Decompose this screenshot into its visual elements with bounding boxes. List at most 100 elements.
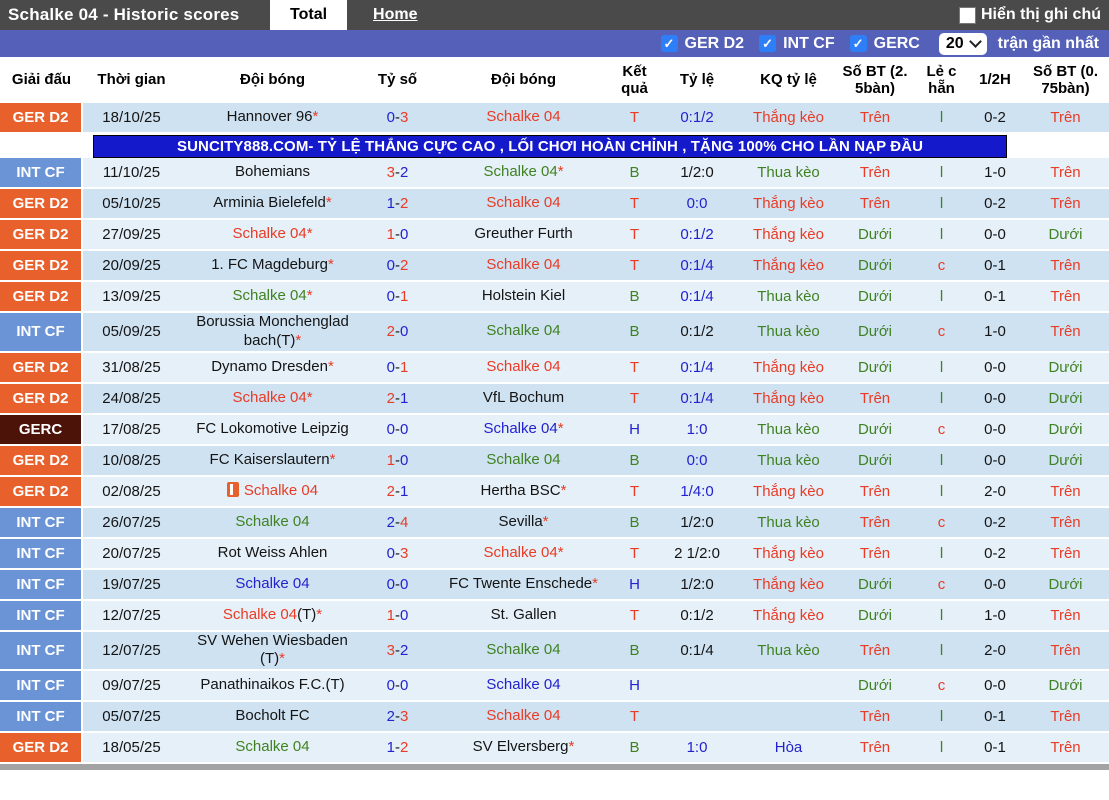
home-score: 0 (386, 358, 395, 376)
home-team: Schalke 04 (180, 738, 365, 757)
star-marker: * (279, 650, 285, 668)
tab-total[interactable]: Total (270, 0, 348, 30)
table-row: INT CF 05/07/25 Bocholt FC 2-3 Schalke 04 T Tr… (0, 702, 1109, 733)
table-row: GER D2 05/10/25 Arminia Bielefeld* 1-2 Schal… (0, 189, 1109, 220)
show-notes-label: Hiển thị ghi chú (981, 6, 1101, 23)
half-time-score: 0-1 (984, 708, 1006, 725)
half-time-score: 0-1 (984, 739, 1006, 756)
match-date: 13/09/25 (102, 288, 161, 305)
match-date: 20/07/25 (102, 544, 161, 562)
odd-even: l (939, 226, 944, 243)
result-letter: T (629, 606, 640, 624)
over-under-25: Trên (859, 708, 891, 725)
over-under-075: Dưới (1048, 389, 1083, 407)
handicap-odds: 0:0 (686, 451, 708, 469)
checkbox-int-cf[interactable]: ✓ (759, 35, 777, 52)
filter-label-int-cf: INT CF (783, 34, 835, 52)
over-under-075: Dưới (1048, 451, 1083, 469)
league-badge: INT CF (0, 538, 83, 568)
handicap-result: Hòa (774, 739, 803, 756)
league-badge: GER D2 (0, 189, 83, 218)
away-score: 2 (400, 641, 409, 659)
handicap-odds: 1:0 (686, 420, 708, 438)
home-team-name: Schalke 04 (232, 388, 307, 406)
over-under-25: Dưới (857, 288, 893, 305)
home-score: 2 (386, 513, 395, 531)
tab-home[interactable]: Home (353, 0, 437, 30)
match-date: 12/07/25 (102, 641, 161, 659)
home-team: FC Lokomotive Leipzig (180, 420, 365, 439)
match-count-select[interactable]: 20 (938, 32, 987, 55)
half-time-score: 1-0 (984, 164, 1006, 181)
table-row: INT CF 11/10/25 Bohemians 3-2 Schalke 04* B 1/… (0, 158, 1109, 189)
over-under-075: Trên (1050, 288, 1081, 305)
home-team-name: Dynamo Dresden (211, 357, 328, 375)
away-team-name: Schalke 04 (486, 707, 561, 725)
away-score: 0 (400, 451, 409, 469)
handicap-odds: 0:1/2 (680, 606, 714, 624)
over-under-25: Trên (859, 482, 891, 500)
odd-even: l (939, 389, 944, 407)
table-row: INT CF 20/07/25 Rot Weiss Ahlen 0-3 Schalke … (0, 538, 1109, 570)
show-notes-control: Hiển thị ghi chú (959, 0, 1109, 30)
league-badge: INT CF (0, 631, 83, 669)
half-time-score: 1-0 (984, 606, 1006, 624)
result-letter: T (629, 226, 640, 243)
league-badge: INT CF (0, 313, 83, 351)
odd-even: l (939, 544, 944, 562)
checkbox-gerc[interactable]: ✓ (849, 35, 867, 52)
away-score: 1 (400, 482, 409, 500)
column-header: Lẻ c hẵn (926, 62, 957, 97)
away-team-name: Schalke 04 (486, 256, 561, 274)
score: 2-1 (365, 390, 430, 407)
handicap-odds: 0:0 (686, 195, 708, 212)
match-date: 09/07/25 (102, 677, 161, 694)
handicap-result: Thắng kèo (753, 606, 824, 624)
column-header: KQ tỷ lệ (760, 71, 817, 89)
score: 1-2 (365, 195, 430, 212)
show-notes-checkbox[interactable] (959, 6, 976, 24)
column-header: Tỷ số (377, 71, 418, 89)
result-letter: T (629, 358, 640, 376)
results-table-body: GER D2 18/10/25 Hannover 96* 0-3 Schalke 04 T… (0, 103, 1109, 764)
ad-banner[interactable]: SUNCITY888.COM- TỶ LỆ THẮNG CỰC CAO , LỐ… (93, 134, 1007, 158)
match-date: 31/08/25 (102, 358, 161, 376)
away-score: 0 (400, 575, 409, 593)
match-date: 20/09/25 (102, 257, 161, 274)
league-badge: GER D2 (0, 352, 83, 382)
table-row: INT CF 09/07/25 Panathinaikos F.C.(T) 0-0 Sc… (0, 671, 1109, 702)
half-time-score: 0-0 (984, 451, 1006, 469)
odd-even: l (939, 109, 944, 126)
handicap-odds: 0:1/2 (680, 109, 714, 126)
over-under-25: Trên (859, 195, 891, 212)
league-badge: INT CF (0, 702, 83, 731)
over-under-25: Dưới (857, 323, 893, 341)
score: 2-0 (365, 323, 430, 340)
away-team-name: Schalke 04 (486, 194, 561, 212)
over-under-25: Dưới (857, 420, 893, 438)
score: 0-3 (365, 109, 430, 126)
score: 0-1 (365, 288, 430, 305)
away-team: Schalke 04 (430, 641, 617, 660)
odd-even: l (939, 358, 944, 376)
handicap-odds: 0:1/4 (680, 641, 714, 659)
home-team: 1. FC Magdeburg* (180, 256, 365, 275)
table-row: GER D2 24/08/25 Schalke 04* 2-1 VfL Bochum T 0… (0, 383, 1109, 415)
score: 2-1 (365, 483, 430, 500)
result-letter: T (629, 109, 640, 126)
over-under-075: Trên (1050, 739, 1081, 756)
checkbox-ger-d2[interactable]: ✓ (660, 35, 678, 52)
column-header: Đội bóng (491, 71, 556, 89)
over-under-25: Dưới (857, 226, 893, 243)
away-team: VfL Bochum (430, 389, 617, 408)
match-date: 27/09/25 (102, 226, 161, 243)
home-score: 0 (386, 420, 395, 438)
away-score: 1 (400, 288, 409, 305)
home-score: 1 (386, 451, 395, 469)
half-time-score: 2-0 (984, 482, 1006, 500)
result-letter: B (629, 323, 640, 341)
away-team-name: Schalke 04 (486, 676, 561, 694)
away-score: 3 (400, 109, 409, 126)
result-letter: B (629, 641, 640, 659)
away-team-name: Schalke 04 (483, 163, 558, 181)
